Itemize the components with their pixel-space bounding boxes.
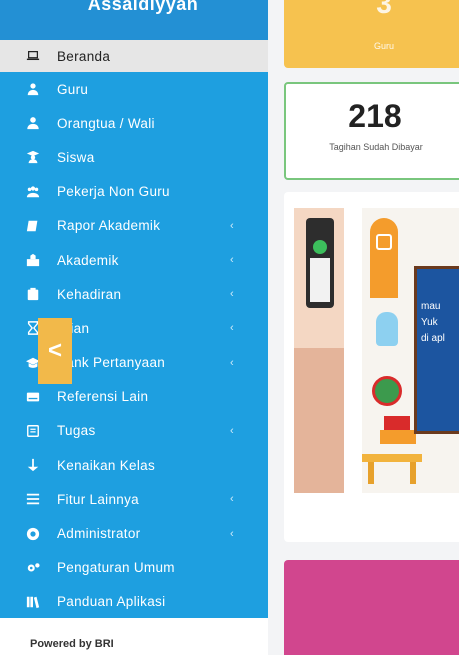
- book-illustration: [370, 218, 398, 298]
- user-icon: [24, 116, 42, 130]
- phone-illustration: [306, 218, 334, 308]
- library-icon: [24, 595, 42, 609]
- guru-count: 3: [376, 0, 392, 19]
- sidebar-item-referensi-lain[interactable]: Referensi Lain: [0, 380, 268, 414]
- laptop-icon: [24, 49, 42, 63]
- guru-label: Guru: [373, 41, 394, 51]
- pink-stat-card[interactable]: [284, 560, 459, 655]
- user-tie-icon: [24, 82, 42, 96]
- sidebar-item-tugas[interactable]: Tugas ‹: [0, 414, 268, 448]
- chevron-left-icon: ‹: [230, 288, 234, 301]
- cogs-icon: [24, 561, 42, 575]
- sidebar-item-label: Akademik: [57, 252, 119, 268]
- book-icon: [24, 219, 42, 233]
- sidebar-item-label: Guru: [57, 81, 89, 97]
- brand-header: Assaldiyyan: [0, 0, 268, 40]
- sidebar-item-rapor-akademik[interactable]: Rapor Akademik ‹: [0, 209, 268, 243]
- sidebar-item-label: Siswa: [57, 149, 95, 165]
- whatsapp-icon: [313, 240, 327, 254]
- chevron-left-icon: ‹: [230, 424, 234, 437]
- admin-icon: [24, 527, 42, 541]
- keyboard-icon: [24, 390, 42, 404]
- tasks-icon: [24, 424, 42, 438]
- tagihan-label: Tagihan Sudah Dibayar: [329, 142, 423, 152]
- sidebar-item-administrator[interactable]: Administrator ‹: [0, 516, 268, 550]
- list-icon: [24, 492, 42, 506]
- sidebar-item-siswa[interactable]: Siswa: [0, 140, 268, 174]
- main-content: 3 Guru 218 Tagihan Sudah Dibayar mau Yuk…: [268, 0, 459, 655]
- footer: Powered by BRI: [0, 618, 268, 655]
- sidebar-item-label: Administrator: [57, 526, 141, 542]
- sidebar-item-label: Tugas: [57, 423, 96, 439]
- powered-by-text: Powered by BRI: [30, 638, 114, 650]
- chevron-left-icon: ‹: [230, 356, 234, 369]
- clipboard-icon: [24, 287, 42, 301]
- sidebar-item-orangtua-wali[interactable]: Orangtua / Wali: [0, 106, 268, 140]
- sidebar-item-label: Kenaikan Kelas: [57, 457, 156, 473]
- users-icon: [24, 185, 42, 199]
- sidebar-item-label: Referensi Lain: [57, 389, 149, 405]
- sidebar-item-guru[interactable]: Guru: [0, 72, 268, 106]
- student-icon: [24, 150, 42, 164]
- image-carousel: mau Yuk di apl: [284, 192, 459, 542]
- sidebar-item-kenaikan-kelas[interactable]: Kenaikan Kelas: [0, 448, 268, 482]
- sidebar-item-label: Fitur Lainnya: [57, 491, 139, 507]
- brand-name: Assaldiyyan: [87, 0, 199, 14]
- globe-illustration: [372, 376, 402, 406]
- sidebar: Assaldiyyan Beranda Guru Orangtua / Wali Si…: [0, 0, 268, 618]
- guru-stat-card[interactable]: 3 Guru: [284, 0, 459, 68]
- sidebar-item-fitur-lainnya[interactable]: Fitur Lainnya ‹: [0, 482, 268, 516]
- sidebar-item-pekerja-non-guru[interactable]: Pekerja Non Guru: [0, 175, 268, 209]
- chevron-left-icon: ‹: [230, 322, 234, 335]
- sidebar-item-kehadiran[interactable]: Kehadiran ‹: [0, 277, 268, 311]
- chevron-left-icon: ‹: [230, 527, 234, 540]
- blackboard-illustration: mau Yuk di apl: [414, 266, 459, 434]
- sidebar-item-beranda[interactable]: Beranda: [0, 40, 268, 72]
- app-root: Assaldiyyan Beranda Guru Orangtua / Wali Si…: [0, 0, 459, 655]
- flask-illustration: [376, 312, 398, 346]
- sidebar-item-pengaturan-umum[interactable]: Pengaturan Umum: [0, 551, 268, 585]
- sidebar-item-panduan-aplikasi[interactable]: Panduan Aplikasi: [0, 585, 268, 619]
- sidebar-item-label: Rapor Akademik: [57, 218, 161, 234]
- sidebar-item-label: Pengaturan Umum: [57, 560, 175, 576]
- desk-illustration: [362, 454, 422, 462]
- sidebar-item-label: Panduan Aplikasi: [57, 594, 166, 610]
- carousel-slide-education-image: mau Yuk di apl: [362, 208, 459, 493]
- sidebar-item-label: Kehadiran: [57, 286, 122, 302]
- chevron-left-icon: ‹: [230, 493, 234, 506]
- level-up-icon: [24, 458, 42, 472]
- carousel-prev-button[interactable]: <: [38, 318, 72, 384]
- school-icon: [24, 253, 42, 267]
- carousel-slide-phone-image: [294, 208, 344, 493]
- sidebar-item-label: Pekerja Non Guru: [57, 184, 170, 200]
- tagihan-count: 218: [348, 98, 402, 134]
- sidebar-item-label: Bank Pertanyaan: [57, 355, 166, 371]
- sidebar-item-akademik[interactable]: Akademik ‹: [0, 243, 268, 277]
- hand-illustration: [294, 348, 344, 493]
- chevron-left-icon: ‹: [230, 219, 234, 232]
- sidebar-item-label: Orangtua / Wali: [57, 115, 155, 131]
- tagihan-stat-card[interactable]: 218 Tagihan Sudah Dibayar: [284, 82, 459, 180]
- sidebar-item-label: Beranda: [57, 48, 111, 64]
- chevron-left-icon: ‹: [230, 254, 234, 267]
